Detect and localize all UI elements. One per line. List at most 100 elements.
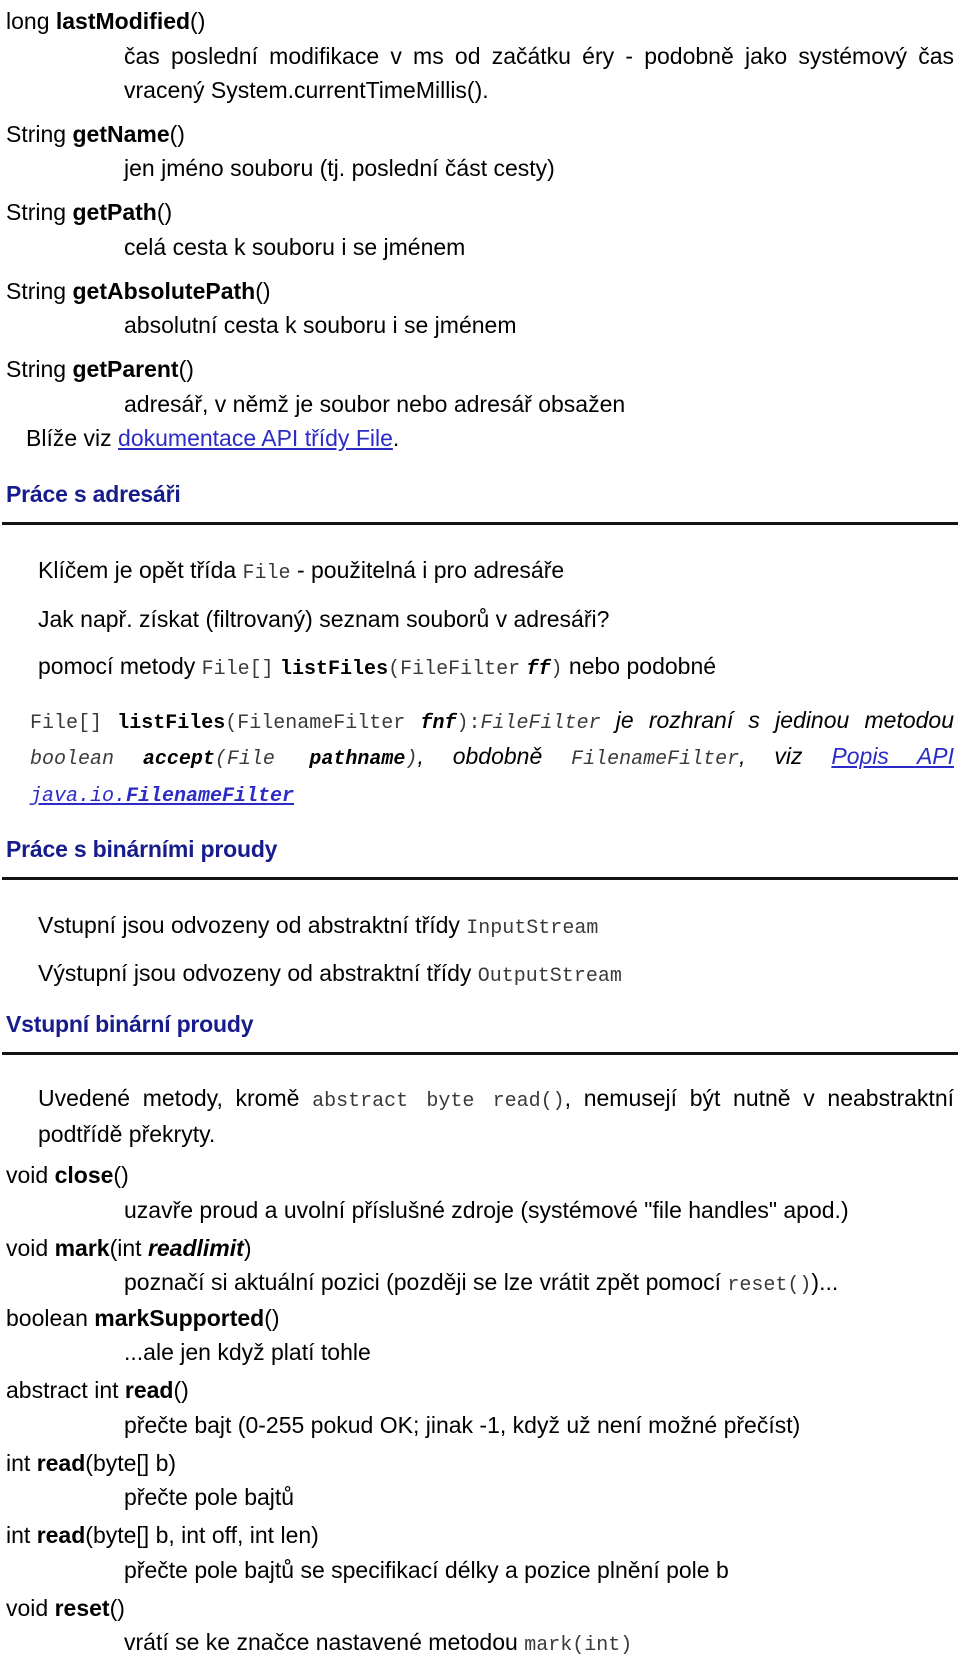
inline-code-ff: ff	[526, 657, 551, 681]
binary-line-input: Vstupní jsou odvozeny od abstraktní tříd…	[38, 912, 599, 941]
inline-code-boolean: boolean	[30, 748, 115, 772]
method-signature-reset: void reset()	[2, 1591, 958, 1626]
method-name: getName	[72, 120, 170, 147]
return-type: String	[6, 199, 67, 226]
return-type: String	[6, 277, 67, 304]
method-description-getAbsolutePath: absolutní cesta k souboru i se jménem	[124, 312, 517, 339]
method-parens: ()	[255, 277, 271, 304]
method-signature-markSupported: boolean markSupported()	[2, 1301, 958, 1336]
method-parens: ()	[173, 1377, 189, 1404]
method-name: read	[36, 1522, 86, 1549]
param-type: int	[117, 1234, 148, 1261]
section-heading-binary-streams: Práce s binárními proudy	[6, 836, 278, 863]
method-description-close: uzavře proud a uvolní příslušné zdroje (…	[124, 1196, 849, 1223]
method-name: close	[54, 1162, 114, 1189]
method-parens: ()	[178, 356, 194, 383]
see-also-prefix: Blíže viz	[26, 424, 119, 451]
method-description-lastModified: čas poslední modifikace v ms od začátku …	[124, 42, 954, 103]
inline-code-pathname: pathname	[309, 748, 406, 772]
return-type: int	[6, 1449, 31, 1476]
method-description-read-bytes-offset: přečte pole bajtů se specifikací délky a…	[124, 1556, 729, 1583]
method-description-reset: vrátí se ke značce nastavené metodou mar…	[124, 1629, 633, 1658]
inline-code-file-array: File[]	[201, 657, 274, 681]
return-type: boolean	[6, 1304, 88, 1331]
method-name: getPath	[72, 199, 157, 226]
method-signature-lastModified: long lastModified()	[2, 4, 958, 39]
method-name: read	[36, 1449, 86, 1476]
return-type: void	[6, 1594, 49, 1621]
inline-code-file: File	[242, 562, 291, 586]
method-signature-read-bytes: int read(byte[] b)	[2, 1446, 958, 1481]
method-parens: ()	[109, 1594, 125, 1621]
return-type: String	[6, 356, 67, 383]
return-type: abstract int	[6, 1377, 119, 1404]
method-name: reset	[54, 1594, 110, 1621]
return-type: void	[6, 1234, 49, 1261]
method-parens: (byte[] b)	[85, 1449, 177, 1476]
directories-line-1: Klíčem je opět třída File - použitelná i…	[38, 557, 565, 586]
file-api-doc-link[interactable]: dokumentace API třídy File	[118, 425, 393, 451]
method-signature-mark: void mark(int readlimit)	[6, 1234, 252, 1261]
method-parens: ()	[190, 8, 206, 34]
method-signature-read-abstract: abstract int read()	[2, 1373, 958, 1408]
method-parens: ()	[156, 199, 173, 226]
method-name: getAbsolutePath	[72, 277, 256, 304]
link-code-interface: FilenameFilter	[126, 784, 295, 808]
section-heading-input-binary: Vstupní binární proudy	[6, 1010, 254, 1037]
inline-code-listfiles: listFiles	[280, 657, 389, 681]
method-name: mark	[54, 1234, 110, 1261]
inline-code-inputstream: InputStream	[466, 917, 599, 941]
return-type: void	[6, 1162, 49, 1189]
method-signature-getName: String getName()	[2, 117, 958, 152]
method-name: getParent	[72, 356, 179, 383]
binary-line-output: Výstupní jsou odvozeny od abstraktní tří…	[38, 960, 622, 989]
method-description-read-abstract: přečte bajt (0-255 pokud OK; jinak -1, k…	[124, 1411, 801, 1438]
return-type: int	[6, 1522, 31, 1549]
method-description-getParent: adresář, v němž je soubor nebo adresář o…	[124, 390, 626, 417]
input-binary-intro: Uvedené metody, kromě abstract byte read…	[38, 1084, 954, 1148]
method-signature-getAbsolutePath: String getAbsolutePath()	[2, 274, 958, 309]
return-type: long	[6, 8, 50, 34]
inline-code-accept: accept	[142, 748, 215, 772]
method-signature-close: void close()	[2, 1158, 958, 1193]
see-also-line: Blíže viz dokumentace API třídy File.	[2, 421, 958, 456]
directories-line-2: Jak např. získat (filtrovaný) seznam sou…	[38, 605, 610, 632]
method-description-getName: jen jméno souboru (tj. poslední část ces…	[124, 155, 555, 182]
inline-code-filefilter: FileFilter	[400, 657, 521, 681]
inline-code-filefilter-2: FileFilter	[480, 711, 601, 735]
see-also-suffix: .	[392, 424, 400, 451]
method-name: lastModified	[55, 8, 191, 34]
inline-code-file-array-2: File[]	[30, 711, 103, 735]
method-description-read-bytes: přečte pole bajtů	[124, 1484, 295, 1511]
method-name: markSupported	[94, 1304, 265, 1331]
directories-line-3: pomocí metody File[] listFiles(FileFilte…	[38, 652, 717, 681]
link-code-package: java.io.	[30, 784, 127, 808]
inline-code-fnf: fnf	[420, 711, 457, 735]
inline-code-reset: reset()	[727, 1274, 812, 1298]
method-signature-read-bytes-offset: int read(byte[] b, int off, int len)	[2, 1518, 958, 1553]
inline-code-outputstream: OutputStream	[477, 965, 622, 989]
method-description-markSupported: ...ale jen když platí tohle	[124, 1339, 371, 1366]
method-signature-getParent: String getParent()	[2, 352, 958, 387]
inline-code-filenamefilter-2: FilenameFilter	[571, 748, 740, 772]
method-name: read	[124, 1377, 174, 1404]
method-parens: (byte[] b, int off, int len)	[85, 1522, 319, 1549]
document-page: long lastModified() čas poslední modifik…	[0, 0, 960, 1661]
